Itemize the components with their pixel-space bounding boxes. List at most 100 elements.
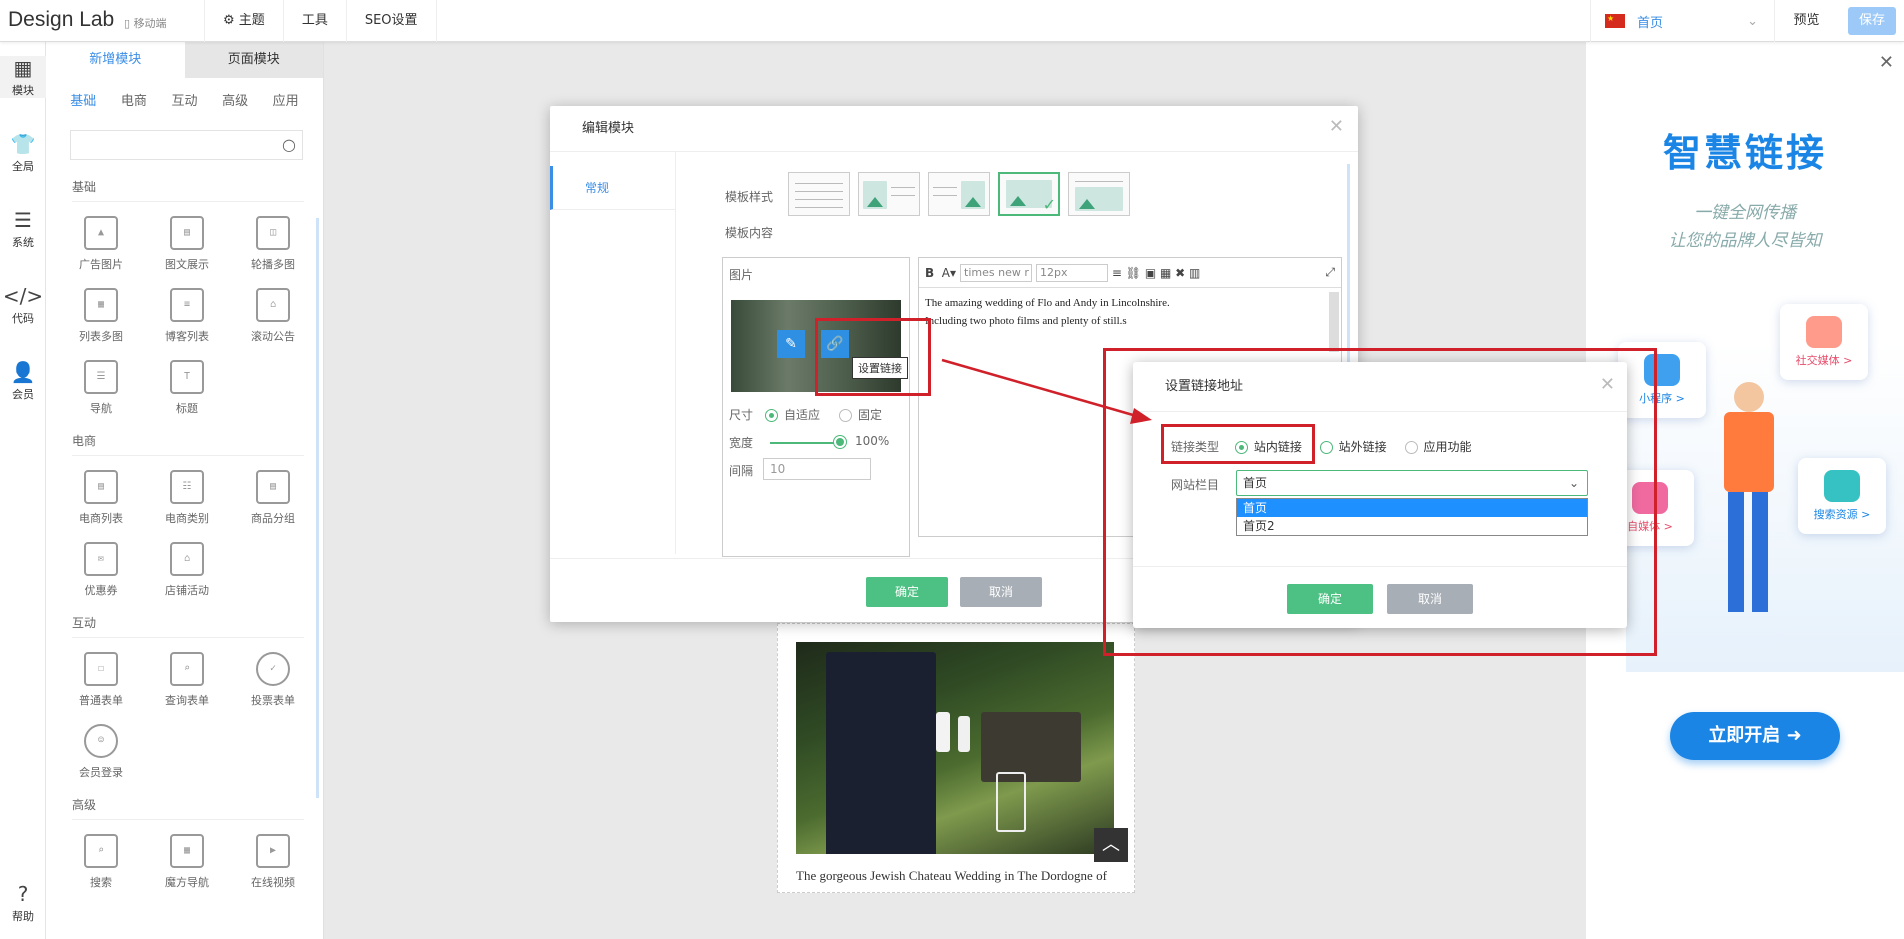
preview-module[interactable]: ︿ The gorgeous Jewish Chateau Wedding in… — [777, 623, 1135, 893]
editor-scrollbar[interactable] — [1329, 292, 1339, 352]
width-slider[interactable] — [770, 442, 840, 444]
preview-button[interactable]: 预览 — [1774, 0, 1838, 42]
close-icon[interactable]: ✕ — [1329, 116, 1344, 137]
module-tile[interactable]: ☷ 电商类别 — [144, 466, 230, 538]
dropdown-option[interactable]: 首页 — [1237, 499, 1587, 517]
spacing-input[interactable]: 10 — [763, 458, 871, 480]
cancel-button[interactable]: 取消 — [1387, 584, 1473, 614]
bold-icon[interactable]: B — [925, 266, 934, 280]
confirm-button[interactable]: 确定 — [1287, 584, 1373, 614]
modules-icon: ▦ — [13, 56, 33, 80]
tab-add-module[interactable]: 新增模块 — [46, 42, 185, 78]
module-tile[interactable]: ≡ 博客列表 — [144, 284, 230, 356]
module-tile[interactable]: ✉ 优惠券 — [58, 538, 144, 610]
cube-icon — [1644, 354, 1680, 386]
close-icon[interactable]: ✕ — [1600, 374, 1615, 395]
sidebar-item-system[interactable]: ☰ 系统 — [0, 208, 46, 250]
close-icon[interactable]: ✕ — [1879, 52, 1894, 73]
module-tile[interactable]: ⌕ 查询表单 — [144, 648, 230, 720]
module-tile[interactable]: ⌂ 滚动公告 — [230, 284, 316, 356]
ad-card-search[interactable]: 搜索资源 > — [1798, 458, 1886, 534]
template-option-2[interactable] — [858, 172, 920, 216]
layout-icon[interactable]: ▥ — [1189, 266, 1200, 280]
module-tile[interactable]: T 标题 — [144, 356, 230, 428]
cancel-button[interactable]: 取消 — [960, 577, 1042, 607]
module-tile[interactable]: ☐ 普通表单 — [58, 648, 144, 720]
ad-card-social[interactable]: 社交媒体 > — [1780, 304, 1868, 380]
module-tile[interactable]: ◫ 轮播多图 — [230, 212, 316, 284]
tab-page-module[interactable]: 页面模块 — [184, 42, 323, 78]
tab-general[interactable]: 常规 — [550, 166, 675, 210]
font-color-icon[interactable]: A▾ — [942, 266, 956, 280]
sidebar-item-member[interactable]: 👤 会员 — [0, 360, 46, 402]
clear-format-icon[interactable]: ✖ — [1175, 266, 1185, 280]
document-icon: ☰ — [14, 208, 32, 232]
dropdown-option[interactable]: 首页2 — [1237, 517, 1587, 535]
module-tile[interactable]: ▤ 图文展示 — [144, 212, 230, 284]
back-to-top-icon[interactable]: ︿ — [1094, 828, 1128, 862]
width-slider-handle[interactable] — [834, 436, 846, 448]
module-tile[interactable]: ▶ 在线视频 — [230, 830, 316, 902]
product-list-icon: ▤ — [84, 470, 118, 504]
ad-cta-button[interactable]: 立即开启 ➜ — [1670, 712, 1840, 760]
site-column-select[interactable]: 首页 ⌄ — [1236, 470, 1588, 496]
font-size-select[interactable]: 12px — [1036, 263, 1109, 282]
edit-image-button[interactable]: ✎ — [777, 330, 805, 358]
module-label: 商品分组 — [251, 512, 295, 525]
editor-content[interactable]: The amazing wedding of Flo and Andy in L… — [919, 288, 1341, 336]
font-family-select[interactable]: times new r — [960, 263, 1033, 282]
mobile-toggle[interactable]: ▯ 移动端 — [124, 15, 167, 31]
photo-crowd — [981, 712, 1081, 782]
set-link-button[interactable]: 🔗 — [821, 330, 849, 358]
sidebar-item-code[interactable]: </> 代码 — [0, 284, 46, 326]
sidebar-item-global[interactable]: 👕 全局 — [0, 132, 46, 174]
tab-advanced[interactable]: 高级 — [210, 88, 261, 116]
radio-external-link[interactable]: 站外链接 — [1319, 438, 1387, 455]
tab-basic[interactable]: 基础 — [58, 88, 109, 116]
table-icon[interactable]: ▦ — [1160, 266, 1171, 280]
size-auto-radio[interactable]: 自适应 — [765, 406, 820, 423]
module-tile[interactable]: ☺ 会员登录 — [58, 720, 144, 792]
tab-ecommerce[interactable]: 电商 — [109, 88, 160, 116]
vote-icon: ✓ — [256, 652, 290, 686]
module-tile[interactable]: ▦ 魔方导航 — [144, 830, 230, 902]
template-option-1[interactable] — [788, 172, 850, 216]
tab-apps[interactable]: 应用 — [260, 88, 311, 116]
nav-tools[interactable]: 工具 — [282, 0, 346, 42]
module-tile[interactable]: ▲ 广告图片 — [58, 212, 144, 284]
nav-theme[interactable]: ⚙ 主题 — [204, 0, 283, 42]
page-selector[interactable]: 首页 ⌄ — [1590, 0, 1774, 42]
module-tile[interactable]: ▤ 电商列表 — [58, 466, 144, 538]
width-label: 宽度 — [729, 436, 754, 450]
brand-logo: Design Lab — [8, 8, 115, 31]
module-search-input[interactable]: ○ — [70, 130, 303, 160]
template-option-5[interactable] — [1068, 172, 1130, 216]
radio-app-function[interactable]: 应用功能 — [1404, 438, 1472, 455]
template-option-3[interactable] — [928, 172, 990, 216]
tab-interactive[interactable]: 互动 — [159, 88, 210, 116]
fullscreen-icon[interactable]: ⤢ — [1325, 265, 1335, 280]
module-tile[interactable]: ⌂ 店铺活动 — [144, 538, 230, 610]
ad-card-miniprogram[interactable]: 小程序 > — [1618, 342, 1706, 418]
module-tile[interactable]: ▤ 商品分组 — [230, 466, 316, 538]
module-tile[interactable]: ☰ 导航 — [58, 356, 144, 428]
save-button[interactable]: 保存 — [1848, 7, 1896, 35]
template-option-4[interactable]: ✓ — [998, 172, 1060, 216]
radio-internal-label: 站内链接 — [1253, 440, 1302, 454]
user-icon: 👤 — [10, 360, 36, 384]
align-icon[interactable]: ≡ — [1112, 266, 1122, 280]
shirt-icon: 👕 — [10, 132, 36, 156]
confirm-button[interactable]: 确定 — [866, 577, 948, 607]
module-tile[interactable]: ▦ 列表多图 — [58, 284, 144, 356]
link-icon[interactable]: ⛓ — [1126, 266, 1141, 280]
nav-seo[interactable]: SEO设置 — [345, 0, 437, 42]
module-tile[interactable]: ✓ 投票表单 — [230, 648, 316, 720]
sidebar-item-modules[interactable]: ▦ 模块 — [0, 56, 46, 98]
sidebar-item-help[interactable]: ? 帮助 — [0, 882, 46, 924]
size-fixed-radio[interactable]: 固定 — [839, 406, 882, 423]
chevron-down-icon: ⌄ — [1568, 476, 1579, 490]
module-tile[interactable]: ⌕ 搜索 — [58, 830, 144, 902]
panel-scrollbar[interactable] — [316, 218, 319, 798]
radio-internal-link[interactable]: 站内链接 — [1234, 438, 1302, 455]
image-insert-icon[interactable]: ▣ — [1145, 266, 1156, 280]
